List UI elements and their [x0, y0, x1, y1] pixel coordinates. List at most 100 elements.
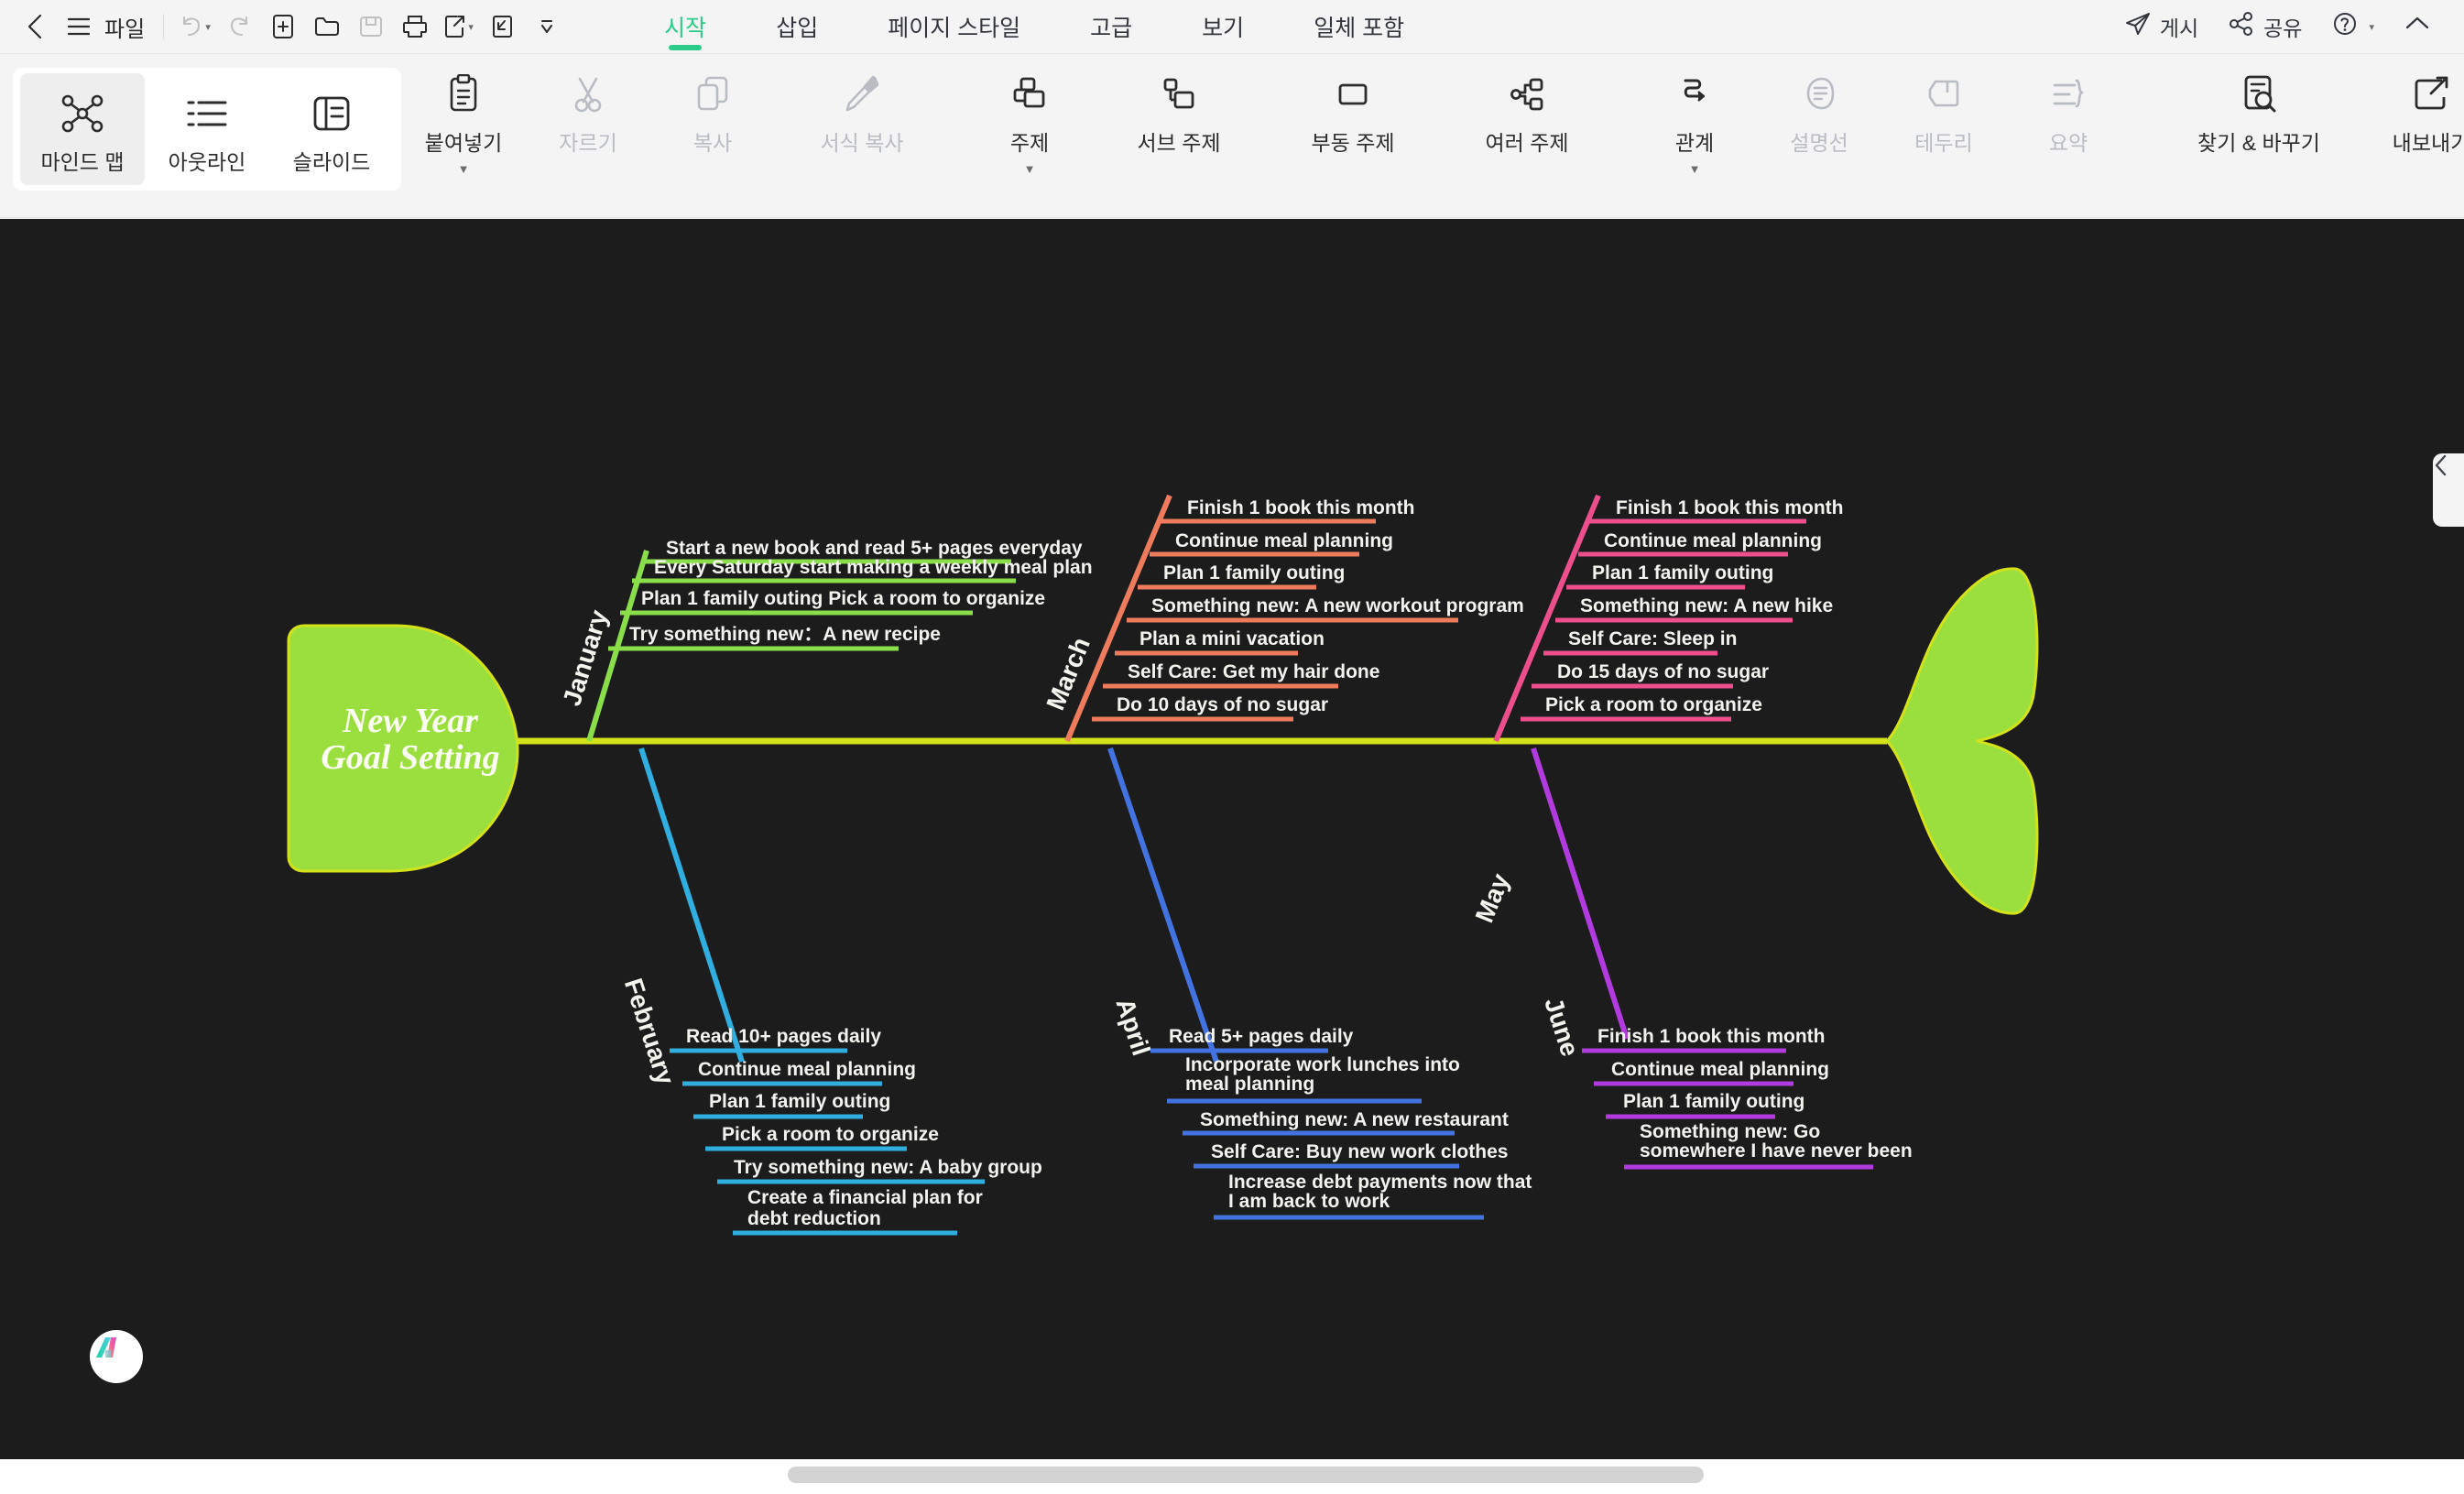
undo-caret-icon[interactable]: ▾	[205, 21, 211, 33]
horizontal-scrollbar-thumb[interactable]	[788, 1467, 1704, 1483]
branch-march[interactable]: March Finish 1 book this month Continue …	[1041, 494, 1524, 743]
branch-may-item-6: Pick a room to organize	[1545, 694, 1762, 715]
tab-start[interactable]: 시작	[629, 0, 741, 54]
copy-icon	[694, 69, 731, 120]
branch-april-item-1b: meal planning	[1185, 1074, 1314, 1095]
tab-insert[interactable]: 삽입	[741, 0, 853, 54]
branch-april-item-4a: Increase debt payments now that	[1228, 1172, 1532, 1193]
branch-march-item-3: Something new: A new workout program	[1151, 595, 1524, 616]
share-file-caret-icon[interactable]: ▾	[468, 21, 474, 33]
menubar-divider	[163, 14, 165, 39]
subtopic-button[interactable]: 서브 주제	[1092, 54, 1266, 157]
relationship-button[interactable]: 관계 ▼	[1632, 54, 1757, 175]
branch-june-item-0: Finish 1 book this month	[1597, 1026, 1826, 1047]
tab-page-style[interactable]: 페이지 스타일	[853, 0, 1055, 54]
fishbone-tail-shape	[1884, 567, 2039, 915]
view-mode-group: 마인드 맵 아웃라인 슬라이드	[13, 68, 401, 191]
panel-collapse-button[interactable]	[2433, 453, 2464, 527]
multi-topic-button[interactable]: 여러 주제	[1440, 54, 1614, 157]
print-icon[interactable]	[393, 5, 437, 49]
paste-button[interactable]: 붙여넣기 ▼	[401, 54, 526, 175]
help-caret-icon[interactable]: ▾	[2369, 21, 2374, 33]
find-replace-button[interactable]: 찾기 & 바꾸기	[2149, 54, 2369, 157]
topic-group: 주제 ▼ 서브 주제 부동 주제 여러 주제	[967, 54, 1614, 218]
export-group: 내보내기	[2369, 54, 2464, 218]
branch-june-spine	[1531, 747, 1630, 1040]
find-replace-icon	[2240, 69, 2278, 120]
branch-march-item-6: Do 10 days of no sugar	[1117, 694, 1328, 715]
format-painter-button[interactable]: 서식 복사	[775, 54, 949, 157]
find-group: 찾기 & 바꾸기	[2149, 54, 2369, 218]
more-options-icon[interactable]	[525, 5, 569, 49]
branch-february[interactable]: February Read 10+ pages daily Continue m…	[619, 747, 1042, 1236]
branch-april-item-0: Read 5+ pages daily	[1169, 1026, 1354, 1047]
branch-april[interactable]: April Read 5+ pages daily Incorporate wo…	[1107, 747, 1532, 1220]
horizontal-scrollbar-track[interactable]	[0, 1458, 2464, 1494]
branch-january[interactable]: January Start a new book and read 5+ pag…	[557, 538, 1093, 742]
multi-topic-label: 여러 주제	[1485, 131, 1569, 155]
view-mode-outline[interactable]: 아웃라인	[145, 73, 269, 185]
branch-june-item-1: Continue meal planning	[1611, 1059, 1829, 1080]
boundary-button[interactable]: 테두리	[1881, 54, 2006, 157]
view-mode-mindmap[interactable]: 마인드 맵	[20, 73, 145, 185]
share-label: 공유	[2263, 16, 2303, 40]
view-mode-slide[interactable]: 슬라이드	[269, 73, 394, 185]
branch-march-month: March	[1041, 633, 1096, 714]
tab-advanced[interactable]: 고급	[1055, 0, 1167, 54]
mindmap-canvas[interactable]: January Start a new book and read 5+ pag…	[0, 219, 2464, 1458]
fishbone-diagram: January Start a new book and read 5+ pag…	[287, 494, 2039, 1236]
share-button[interactable]: 공유	[2213, 5, 2317, 49]
hamburger-menu-icon[interactable]	[57, 5, 101, 49]
summary-label: 요약	[2048, 131, 2088, 155]
collapse-ribbon-button[interactable]	[2389, 5, 2446, 49]
open-folder-icon[interactable]	[305, 5, 349, 49]
relationship-caret-icon[interactable]: ▼	[1689, 163, 1701, 175]
branch-february-month: February	[619, 975, 681, 1088]
floating-topic-button[interactable]: 부동 주제	[1266, 54, 1440, 157]
branch-june-month: June	[1539, 994, 1585, 1060]
ribbon-tab-list: 시작 삽입 페이지 스타일 고급 보기 일체 포함	[629, 0, 1439, 54]
branch-may[interactable]: May Finish 1 book this month Continue me…	[1470, 494, 1844, 926]
share-file-icon[interactable]: ▾	[437, 5, 481, 49]
annotation-group: 관계 ▼ 설명선 테두리 요약	[1632, 54, 2131, 218]
copy-button[interactable]: 복사	[650, 54, 775, 157]
topic-button[interactable]: 주제 ▼	[967, 54, 1092, 175]
back-icon[interactable]	[13, 5, 57, 49]
boundary-icon	[1925, 69, 1962, 120]
find-replace-label: 찾기 & 바꾸기	[2197, 131, 2320, 155]
callout-button[interactable]: 설명선	[1757, 54, 1881, 157]
outline-icon	[187, 88, 227, 139]
branch-february-item-5a: Create a financial plan for	[747, 1187, 983, 1208]
paste-icon	[446, 69, 481, 120]
share-icon	[2228, 11, 2255, 42]
format-painter-label: 서식 복사	[820, 131, 904, 155]
new-file-icon[interactable]	[261, 5, 305, 49]
branch-may-item-1: Continue meal planning	[1604, 530, 1822, 551]
export-button[interactable]: 내보내기	[2369, 54, 2464, 157]
branch-june-item-3b: somewhere I have never been	[1640, 1140, 1913, 1161]
tab-view[interactable]: 보기	[1167, 0, 1279, 54]
topic-label: 주제	[1009, 131, 1050, 155]
branch-january-item-0: Start a new book and read 5+ pages every…	[666, 538, 1083, 559]
cut-button[interactable]: 자르기	[526, 54, 650, 157]
export-icon	[2412, 69, 2450, 120]
save-icon[interactable]	[349, 5, 393, 49]
branch-february-item-1: Continue meal planning	[698, 1059, 916, 1080]
help-button[interactable]: ▾	[2317, 5, 2389, 49]
redo-icon[interactable]	[217, 5, 261, 49]
publish-button[interactable]: 게시	[2110, 5, 2213, 49]
tab-all-inclusive[interactable]: 일체 포함	[1279, 0, 1439, 54]
topic-caret-icon[interactable]: ▼	[1024, 163, 1036, 175]
relationship-icon	[1676, 69, 1713, 120]
app-logo[interactable]	[90, 1330, 143, 1383]
branch-june[interactable]: June Finish 1 book this month Continue m…	[1531, 747, 1913, 1170]
branch-march-item-0: Finish 1 book this month	[1187, 497, 1415, 518]
branch-march-item-4: Plan a mini vacation	[1139, 628, 1325, 649]
export-label: 내보내기	[2392, 131, 2464, 155]
paste-caret-icon[interactable]: ▼	[458, 163, 470, 175]
import-icon[interactable]	[481, 5, 525, 49]
file-menu-label[interactable]: 파일	[101, 11, 154, 43]
summary-button[interactable]: 요약	[2006, 54, 2131, 157]
branch-june-item-2: Plan 1 family outing	[1623, 1091, 1804, 1112]
undo-icon[interactable]: ▾	[173, 5, 217, 49]
